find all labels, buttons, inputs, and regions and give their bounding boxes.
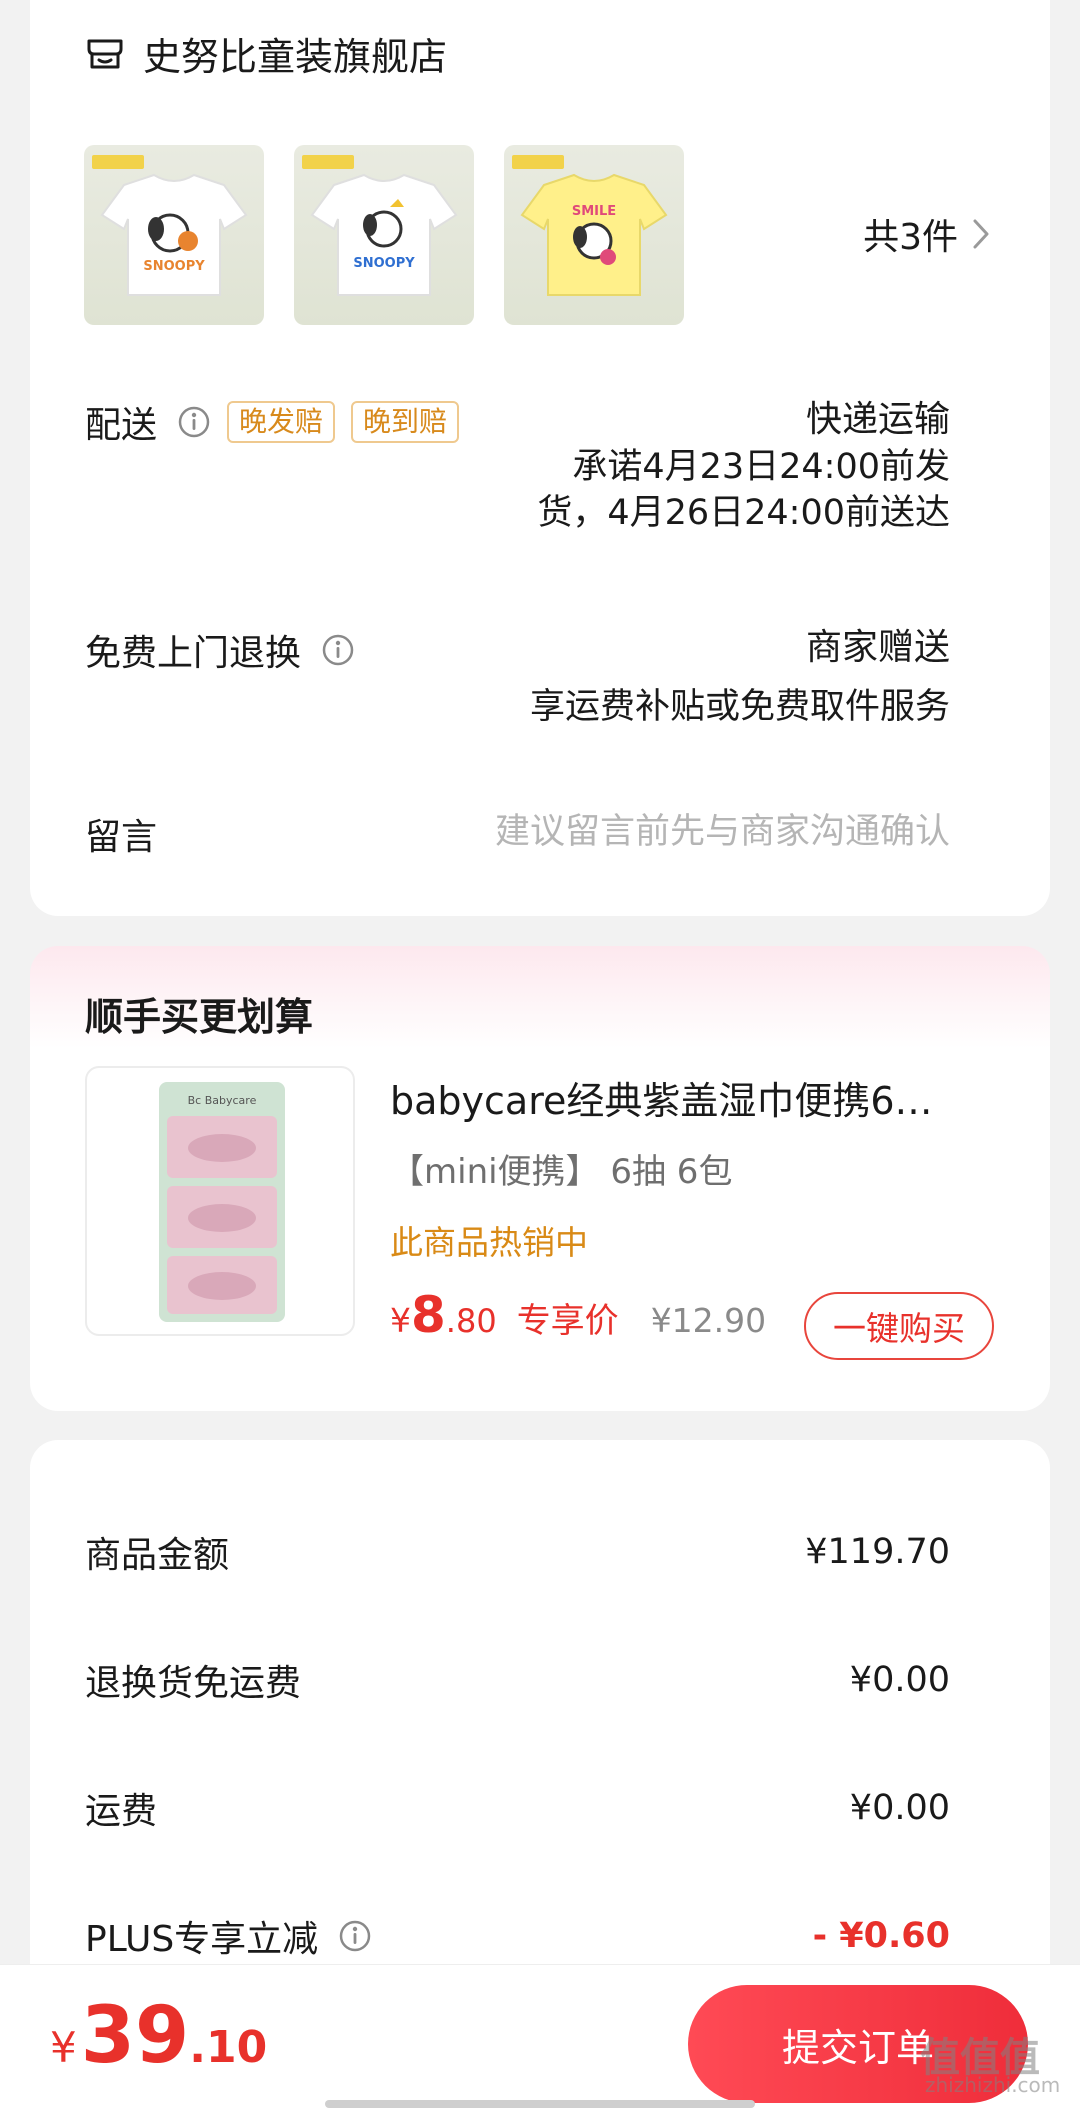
amount-value: - ¥0.60 xyxy=(812,1916,950,1956)
order-confirm-page: 史努比童装旗舰店 SNOOPY SNOOPY SMILE 共3件 配送 晚发赔 … xyxy=(0,0,1080,2112)
amount-row-shipping: 运费 ¥0.00 xyxy=(85,1778,950,1838)
total-int: 39 xyxy=(80,1991,190,2081)
promo-product-spec: 【mini便携】 6抽 6包 xyxy=(390,1152,733,1192)
amount-label: PLUS专享立减 xyxy=(85,1919,319,1960)
promo-title: 顺手买更划算 xyxy=(85,995,314,1039)
promo-hot-label: 此商品热销中 xyxy=(390,1223,588,1262)
return-label: 免费上门退换 xyxy=(85,633,302,674)
wipes-brand: Bc Babycare xyxy=(188,1094,257,1107)
chevron-right-icon xyxy=(973,219,989,249)
amount-value: ¥0.00 xyxy=(849,1788,950,1828)
message-row[interactable]: 留言 建议留言前先与商家沟通确认 xyxy=(85,808,950,862)
home-indicator[interactable] xyxy=(325,2100,755,2108)
promo-price-label: 专享价 xyxy=(516,1301,619,1341)
return-detail: 商家赠送 享运费补贴或免费取件服务 xyxy=(530,624,950,730)
amount-label: 退换货免运费 xyxy=(85,1663,302,1704)
one-click-buy-button[interactable]: 一键购买 xyxy=(804,1292,994,1360)
add-on-promo-card: 顺手买更划算 Bc Babycare babycare经典紫盖湿巾便携6… 【m… xyxy=(30,946,1050,1411)
total-symbol: ¥ xyxy=(50,2023,77,2072)
amount-row-plus-discount[interactable]: PLUS专享立减 - ¥0.60 xyxy=(85,1906,950,1966)
store-order-card: 史努比童装旗舰店 SNOOPY SNOOPY SMILE 共3件 配送 晚发赔 … xyxy=(30,0,1050,916)
amount-value: ¥0.00 xyxy=(849,1660,950,1700)
amount-label-group: PLUS专享立减 xyxy=(85,1910,372,1962)
item-count: 共3件 xyxy=(863,217,958,258)
delivery-detail: 快递运输 承诺4月23日24:00前发 货，4月26日24:00前送达 xyxy=(537,396,950,536)
late-arrive-tag: 晚到赔 xyxy=(351,401,460,443)
message-input[interactable]: 建议留言前先与商家沟通确认 xyxy=(495,808,950,856)
product-thumbnails[interactable]: SNOOPY SNOOPY SMILE xyxy=(84,145,714,325)
store-name: 史努比童装旗舰店 xyxy=(143,34,448,79)
store-icon xyxy=(87,39,123,69)
amount-row-goods: 商品金额 ¥119.70 xyxy=(85,1522,950,1582)
product-thumbnail[interactable]: SMILE xyxy=(504,145,684,325)
tshirt-print-text: SNOOPY xyxy=(143,259,205,274)
tshirt-image: SNOOPY xyxy=(302,155,458,296)
delivery-promise-line2: 货，4月26日24:00前送达 xyxy=(537,493,950,533)
tshirt-image: SNOOPY xyxy=(92,155,248,296)
delivery-method: 快递运输 xyxy=(805,399,950,440)
info-icon[interactable] xyxy=(177,405,211,439)
promo-price-symbol: ¥ xyxy=(390,1301,411,1340)
free-return-row[interactable]: 免费上门退换 商家赠送 享运费补贴或免费取件服务 xyxy=(85,624,950,734)
amount-label: 运费 xyxy=(85,1791,158,1832)
promo-old-price: ¥12.90 xyxy=(650,1301,767,1340)
promo-price-int: 8 xyxy=(411,1286,446,1344)
product-thumbnail[interactable]: SNOOPY xyxy=(294,145,474,325)
watermark-url: zhizhizhi.com xyxy=(925,2073,1061,2097)
amount-value: ¥119.70 xyxy=(805,1532,950,1572)
product-thumbnail[interactable]: SNOOPY xyxy=(84,145,264,325)
wipes-image: Bc Babycare xyxy=(159,1082,285,1322)
delivery-label: 配送 xyxy=(85,405,158,446)
message-placeholder: 建议留言前先与商家沟通确认 xyxy=(494,812,950,852)
checkout-bar: ¥ 39 .10 提交订单 值值值 zhizhizhi.com xyxy=(0,1964,1080,2112)
delivery-row[interactable]: 配送 晚发赔 晚到赔 快递运输 承诺4月23日24:00前发 货，4月26日24… xyxy=(85,396,950,556)
store-header[interactable]: 史努比童装旗舰店 xyxy=(85,28,448,79)
promo-product-image[interactable]: Bc Babycare xyxy=(85,1066,355,1336)
info-icon[interactable] xyxy=(321,633,355,667)
return-desc: 享运费补贴或免费取件服务 xyxy=(529,687,950,727)
tshirt-print-text: SMILE xyxy=(572,204,616,219)
amount-row-return-shipping: 退换货免运费 ¥0.00 xyxy=(85,1650,950,1710)
promo-product-name[interactable]: babycare经典紫盖湿巾便携6… xyxy=(390,1070,1010,1125)
promo-price-dec: .80 xyxy=(445,1302,497,1340)
return-value: 商家赠送 xyxy=(805,627,950,668)
amount-label: 商品金额 xyxy=(85,1535,230,1576)
total-price: ¥ 39 .10 xyxy=(50,1991,267,2081)
total-dec: .10 xyxy=(189,2022,268,2073)
delivery-promise-line1: 承诺4月23日24:00前发 xyxy=(572,447,950,487)
item-count-link[interactable]: 共3件 xyxy=(863,208,990,260)
info-icon[interactable] xyxy=(338,1919,372,1953)
promo-price: ¥ 8 .80 专享价 ¥12.90 xyxy=(390,1286,766,1344)
late-ship-tag: 晚发赔 xyxy=(227,401,336,443)
amount-summary-card: 商品金额 ¥119.70 退换货免运费 ¥0.00 运费 ¥0.00 PLUS专… xyxy=(30,1440,1050,2000)
tshirt-image: SMILE xyxy=(512,155,668,296)
tshirt-print-text: SNOOPY xyxy=(353,256,415,271)
